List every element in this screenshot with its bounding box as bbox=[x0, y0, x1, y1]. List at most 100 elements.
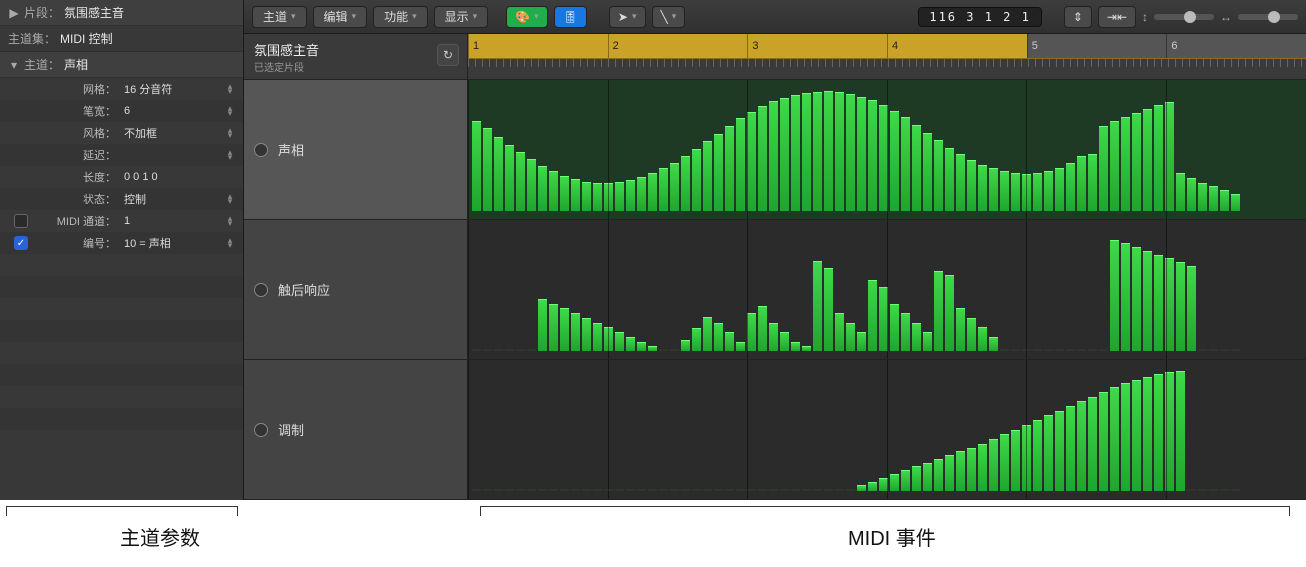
chevron-right-icon[interactable]: ▶ bbox=[8, 7, 20, 19]
midi-event-bar[interactable] bbox=[1154, 105, 1163, 211]
checkbox-on[interactable]: ✓ bbox=[14, 236, 28, 250]
midi-event-bar[interactable] bbox=[659, 168, 668, 211]
ruler-cell[interactable]: 4 bbox=[887, 34, 1027, 58]
midi-event-bar[interactable] bbox=[967, 160, 976, 211]
midi-event-bar[interactable] bbox=[604, 327, 613, 351]
midi-event-bar[interactable] bbox=[1033, 349, 1042, 351]
midi-event-bar[interactable] bbox=[967, 318, 976, 351]
param-row[interactable]: ✓编号：10 = 声相▴▾ bbox=[0, 232, 243, 254]
midi-event-bar[interactable] bbox=[1154, 374, 1163, 491]
param-row[interactable]: 状态：控制▴▾ bbox=[0, 188, 243, 210]
midi-event-bar[interactable] bbox=[868, 482, 877, 491]
fit-horizontal-button[interactable]: ⇥⇤ bbox=[1098, 6, 1136, 28]
midi-event-bar[interactable] bbox=[1088, 397, 1097, 491]
midi-event-bar[interactable] bbox=[692, 328, 701, 351]
midi-event-bar[interactable] bbox=[637, 342, 646, 351]
stepper-icon[interactable]: ▴▾ bbox=[225, 128, 235, 138]
lane-header[interactable]: 触后响应 bbox=[244, 220, 468, 359]
midi-event-bar[interactable] bbox=[1055, 349, 1064, 351]
midi-event-bar[interactable] bbox=[967, 448, 976, 491]
midi-event-bar[interactable] bbox=[582, 489, 591, 491]
midi-event-bar[interactable] bbox=[1011, 173, 1020, 211]
midi-event-bar[interactable] bbox=[813, 489, 822, 491]
midi-event-bar[interactable] bbox=[1055, 411, 1064, 491]
midi-event-bar[interactable] bbox=[813, 261, 822, 351]
midi-event-bar[interactable] bbox=[483, 349, 492, 351]
channel-set-row[interactable]: 主道集： MIDI 控制 bbox=[0, 26, 243, 52]
midi-event-bar[interactable] bbox=[1099, 126, 1108, 211]
midi-event-bar[interactable] bbox=[670, 163, 679, 211]
stepper-icon[interactable]: ▴▾ bbox=[225, 216, 235, 226]
midi-event-bar[interactable] bbox=[681, 156, 690, 211]
midi-event-bar[interactable] bbox=[648, 346, 657, 351]
midi-event-bar[interactable] bbox=[1209, 186, 1218, 211]
midi-event-bar[interactable] bbox=[648, 489, 657, 491]
midi-event-bar[interactable] bbox=[703, 141, 712, 211]
midi-event-bar[interactable] bbox=[868, 100, 877, 211]
midi-event-bar[interactable] bbox=[516, 349, 525, 351]
param-value[interactable]: 不加框 bbox=[124, 125, 225, 141]
midi-event-bar[interactable] bbox=[1044, 171, 1053, 211]
midi-event-bar[interactable] bbox=[835, 92, 844, 211]
midi-event-bar[interactable] bbox=[681, 489, 690, 491]
midi-event-bar[interactable] bbox=[1132, 247, 1141, 351]
midi-event-bar[interactable] bbox=[934, 140, 943, 211]
midi-event-bar[interactable] bbox=[1066, 406, 1075, 491]
midi-event-bar[interactable] bbox=[1187, 178, 1196, 211]
midi-event-bar[interactable] bbox=[1198, 349, 1207, 351]
param-row[interactable]: MIDI 通道：1▴▾ bbox=[0, 210, 243, 232]
midi-event-bar[interactable] bbox=[1143, 109, 1152, 211]
param-row[interactable]: 笔宽：6▴▾ bbox=[0, 100, 243, 122]
midi-event-bar[interactable] bbox=[527, 489, 536, 491]
ruler-cell[interactable]: 1 bbox=[468, 34, 608, 58]
ruler-cell[interactable]: 2 bbox=[608, 34, 748, 58]
palette-button[interactable]: 🎨▾ bbox=[506, 6, 547, 28]
midi-event-bar[interactable] bbox=[1000, 434, 1009, 491]
midi-event-bar[interactable] bbox=[593, 323, 602, 351]
midi-event-bar[interactable] bbox=[989, 168, 998, 211]
midi-event-bar[interactable] bbox=[758, 306, 767, 351]
midi-event-bar[interactable] bbox=[736, 118, 745, 211]
midi-event-bar[interactable] bbox=[956, 154, 965, 211]
param-value[interactable]: 1 bbox=[124, 215, 225, 227]
midi-event-bar[interactable] bbox=[615, 489, 624, 491]
midi-event-bar[interactable] bbox=[483, 489, 492, 491]
midi-event-bar[interactable] bbox=[527, 349, 536, 351]
midi-event-bar[interactable] bbox=[1132, 113, 1141, 211]
menu-编辑[interactable]: 编辑 ▾ bbox=[313, 6, 368, 28]
midi-event-bar[interactable] bbox=[758, 489, 767, 491]
midi-event-bar[interactable] bbox=[582, 182, 591, 211]
pencil-tool-button[interactable]: ╲▾ bbox=[652, 6, 686, 28]
midi-event-bar[interactable] bbox=[890, 474, 899, 491]
midi-event-bar[interactable] bbox=[1231, 489, 1240, 491]
param-row[interactable]: 长度：0 0 1 0 bbox=[0, 166, 243, 188]
midi-event-bar[interactable] bbox=[802, 489, 811, 491]
midi-event-bar[interactable] bbox=[626, 337, 635, 351]
stepper-icon[interactable]: ▴▾ bbox=[225, 238, 235, 248]
midi-event-bar[interactable] bbox=[1055, 168, 1064, 211]
ruler[interactable]: 123456 bbox=[468, 34, 1306, 79]
midi-event-bar[interactable] bbox=[747, 112, 756, 211]
midi-event-bar[interactable] bbox=[1011, 430, 1020, 491]
channel-row[interactable]: ▾ 主道： 声相 bbox=[0, 52, 243, 78]
midi-event-bar[interactable] bbox=[1077, 156, 1086, 211]
midi-event-bar[interactable] bbox=[648, 173, 657, 211]
midi-event-bar[interactable] bbox=[769, 489, 778, 491]
vertical-zoom-button[interactable]: ⇕ bbox=[1064, 6, 1092, 28]
midi-event-bar[interactable] bbox=[835, 489, 844, 491]
midi-event-bar[interactable] bbox=[1077, 349, 1086, 351]
midi-event-bar[interactable] bbox=[714, 134, 723, 211]
param-row[interactable]: 网格：16 分音符▴▾ bbox=[0, 78, 243, 100]
midi-event-bar[interactable] bbox=[505, 145, 514, 211]
midi-event-bar[interactable] bbox=[989, 337, 998, 351]
midi-event-bar[interactable] bbox=[1187, 266, 1196, 351]
midi-event-bar[interactable] bbox=[604, 183, 613, 211]
midi-event-bar[interactable] bbox=[945, 455, 954, 491]
midi-event-bar[interactable] bbox=[1066, 163, 1075, 211]
midi-event-bar[interactable] bbox=[736, 489, 745, 491]
tuning-button[interactable]: 🎚 bbox=[554, 6, 587, 28]
midi-event-bar[interactable] bbox=[923, 133, 932, 211]
param-value[interactable]: 0 0 1 0 bbox=[124, 171, 235, 183]
midi-event-bar[interactable] bbox=[505, 349, 514, 351]
midi-event-bar[interactable] bbox=[802, 93, 811, 211]
